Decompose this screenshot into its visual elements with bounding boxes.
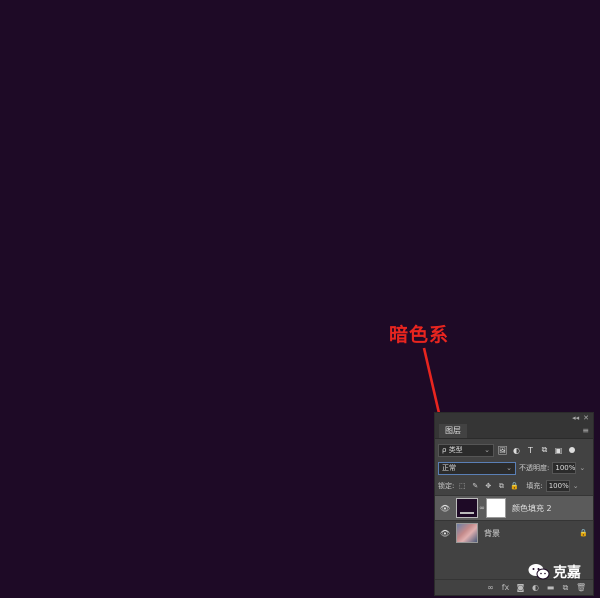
eye-icon[interactable]: 👁 [438, 504, 452, 513]
layer-mask-thumbnail[interactable] [486, 498, 506, 518]
lock-artboard-icon[interactable]: ⧉ [496, 481, 506, 491]
wechat-icon [528, 564, 550, 580]
filter-adjustment-icon[interactable]: ◐ [511, 445, 522, 456]
watermark: 克嘉 [528, 562, 581, 582]
filter-shape-icon[interactable]: ⧉ [539, 445, 550, 456]
panel-tab-row: 图层 ≡ [435, 423, 593, 439]
panel-menu-icon[interactable]: ≡ [582, 424, 589, 438]
blend-mode-value: 正常 [442, 464, 456, 472]
add-mask-icon[interactable]: ◙ [516, 583, 525, 592]
filter-type-icon[interactable]: T [525, 445, 536, 456]
filter-row: ρ 类型 ⌄ 🖼 ◐ T ⧉ ▣ [435, 441, 593, 459]
filter-toggle[interactable] [569, 447, 575, 453]
lock-pixels-icon[interactable]: ✎ [470, 481, 480, 491]
filter-pixel-icon[interactable]: 🖼 [497, 445, 508, 456]
opacity-chevron-icon[interactable]: ⌄ [579, 464, 585, 472]
blend-row: 正常 ⌄ 不透明度: 100% ⌄ [435, 459, 593, 477]
lock-label: 锁定: [438, 482, 455, 490]
layer-row-color-fill[interactable]: 👁 ∞ 颜色填充 2 [435, 495, 593, 520]
delete-layer-icon[interactable]: 🗑 [576, 583, 586, 592]
watermark-text: 克嘉 [553, 565, 581, 581]
fill-chevron-icon[interactable]: ⌄ [573, 482, 579, 490]
filter-type-select[interactable]: ρ 类型 ⌄ [438, 443, 494, 457]
opacity-label: 不透明度: [519, 464, 550, 472]
opacity-input[interactable]: 100% [552, 462, 577, 474]
lock-position-icon[interactable]: ✥ [483, 481, 493, 491]
layer-name[interactable]: 背景 [484, 528, 579, 539]
tab-layers[interactable]: 图层 [439, 424, 467, 438]
lock-row: 锁定: ⬚ ✎ ✥ ⧉ 🔒 填充: 100% ⌄ [435, 477, 593, 495]
fill-thumbnail[interactable] [456, 498, 478, 518]
search-icon: ρ [442, 446, 447, 454]
panel-topbar: ◂◂ ✕ [435, 413, 593, 423]
collapse-icon[interactable]: ◂◂ [572, 414, 579, 422]
layer-style-icon[interactable]: fx [501, 583, 510, 592]
lock-icon: 🔒 [579, 529, 588, 537]
new-layer-icon[interactable]: ⧉ [561, 583, 570, 593]
adjustment-layer-icon[interactable]: ◐ [531, 583, 540, 592]
chevron-down-icon: ⌄ [506, 464, 512, 472]
chevron-down-icon: ⌄ [484, 446, 490, 454]
lock-all-icon[interactable]: 🔒 [509, 481, 519, 491]
layer-name[interactable]: 颜色填充 2 [512, 503, 593, 514]
layer-row-background[interactable]: 👁 背景 🔒 [435, 520, 593, 545]
close-icon[interactable]: ✕ [583, 414, 589, 422]
filter-smart-object-icon[interactable]: ▣ [553, 445, 564, 456]
chain-link-icon[interactable]: ∞ [478, 504, 486, 512]
fill-label: 填充: [526, 482, 543, 490]
filter-type-value: 类型 [448, 446, 463, 454]
new-group-icon[interactable]: ▬ [546, 583, 555, 592]
annotation-label: 暗色系 [389, 324, 450, 346]
blend-mode-select[interactable]: 正常 ⌄ [438, 461, 516, 475]
lock-transparent-icon[interactable]: ⬚ [457, 481, 467, 491]
photo-thumbnail[interactable] [456, 523, 478, 543]
eye-icon[interactable]: 👁 [438, 529, 452, 538]
fill-input[interactable]: 100% [545, 480, 570, 492]
link-layers-icon[interactable]: ∞ [486, 583, 495, 592]
